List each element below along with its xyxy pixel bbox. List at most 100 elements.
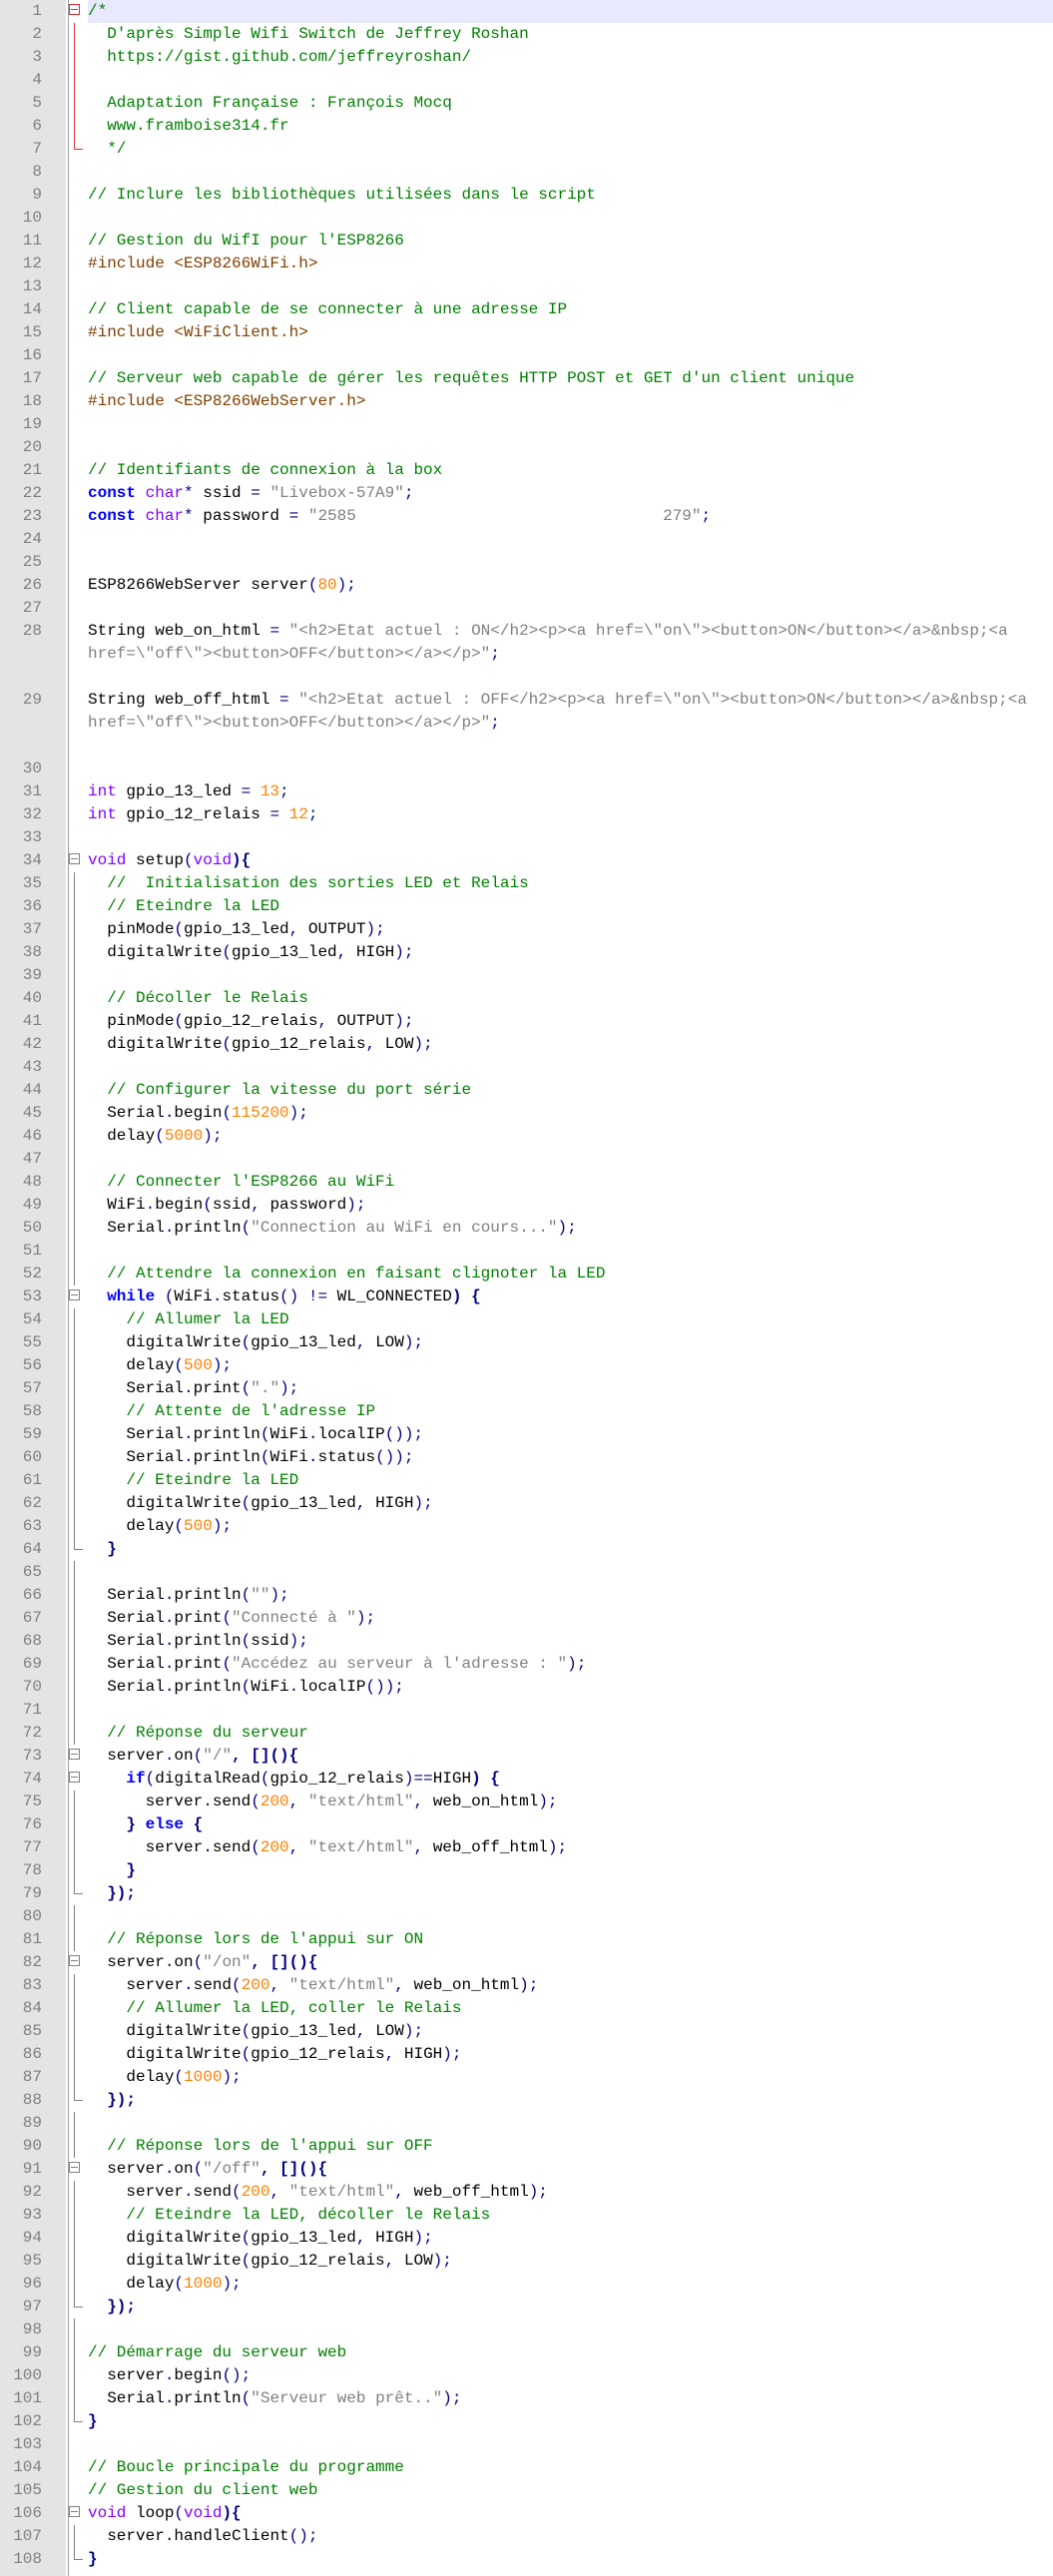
fold-toggle-icon[interactable] — [69, 4, 80, 15]
code-line[interactable]: 93 // Eteindre la LED, décoller le Relai… — [0, 2204, 1053, 2227]
code-line[interactable]: 74 if(digitalRead(gpio_12_relais)==HIGH)… — [0, 1768, 1053, 1791]
code-line[interactable]: 106 void loop(void){ — [0, 2502, 1053, 2525]
code-line[interactable]: 71 — [0, 1699, 1053, 1722]
code-line[interactable]: 58 // Attente de l'adresse IP — [0, 1400, 1053, 1423]
code-line[interactable]: 88 }); — [0, 2089, 1053, 2112]
code-line[interactable]: 2 D'après Simple Wifi Switch de Jeffrey … — [0, 23, 1053, 46]
code-line[interactable]: 33 — [0, 826, 1053, 849]
code-line[interactable]: 86 digitalWrite(gpio_12_relais, HIGH); — [0, 2043, 1053, 2066]
code-line[interactable]: 100 server.begin(); — [0, 2364, 1053, 2387]
code-line[interactable]: 23 const char* password = "2585 279"; — [0, 505, 1053, 528]
code-line[interactable]: 15 #include <WiFiClient.h> — [0, 321, 1053, 344]
code-line[interactable]: 87 delay(1000); — [0, 2066, 1053, 2089]
code-line[interactable]: 39 — [0, 964, 1053, 987]
code-line[interactable]: 77 server.send(200, "text/html", web_off… — [0, 1836, 1053, 1859]
code-line[interactable]: 59 Serial.println(WiFi.localIP()); — [0, 1423, 1053, 1446]
code-line[interactable]: 69 Serial.print("Accédez au serveur à l'… — [0, 1653, 1053, 1676]
code-line[interactable]: 65 — [0, 1561, 1053, 1584]
code-line[interactable]: 11 // Gestion du WifI pour l'ESP8266 — [0, 230, 1053, 253]
code-line[interactable]: 103 — [0, 2433, 1053, 2456]
code-line[interactable]: 3 https://gist.github.com/jeffreyroshan/ — [0, 46, 1053, 69]
code-line[interactable]: 19 — [0, 413, 1053, 436]
code-line[interactable]: 49 WiFi.begin(ssid, password); — [0, 1194, 1053, 1217]
code-line[interactable]: 64 } — [0, 1538, 1053, 1561]
code-line[interactable]: 45 Serial.begin(115200); — [0, 1102, 1053, 1125]
code-line[interactable]: 28 String web_on_html = "<h2>Etat actuel … — [0, 620, 1053, 689]
code-line[interactable]: 36 // Eteindre la LED — [0, 895, 1053, 918]
code-line[interactable]: 52 // Attendre la connexion en faisant c… — [0, 1263, 1053, 1286]
code-line[interactable]: 81 // Réponse lors de l'appui sur ON — [0, 1928, 1053, 1951]
code-line[interactable]: 16 — [0, 344, 1053, 367]
fold-toggle-icon[interactable] — [69, 1772, 80, 1783]
code-line[interactable]: 73 server.on("/", [](){ — [0, 1745, 1053, 1768]
code-line[interactable]: 31 int gpio_13_led = 13; — [0, 780, 1053, 803]
code-line[interactable]: 84 // Allumer la LED, coller le Relais — [0, 1997, 1053, 2020]
code-line[interactable]: 32 int gpio_12_relais = 12; — [0, 803, 1053, 826]
code-line[interactable]: 42 digitalWrite(gpio_12_relais, LOW); — [0, 1033, 1053, 1056]
code-line[interactable]: 20 — [0, 436, 1053, 459]
code-line[interactable]: 1 /* — [0, 0, 1053, 23]
code-editor[interactable]: 1 /* 2 D'après Simple Wifi Switch de Jeffr… — [0, 0, 1053, 2571]
code-line[interactable]: 24 — [0, 528, 1053, 551]
code-line[interactable]: 56 delay(500); — [0, 1354, 1053, 1377]
fold-toggle-icon[interactable] — [69, 2162, 80, 2173]
fold-toggle-icon[interactable] — [69, 1955, 80, 1966]
code-line[interactable]: 54 // Allumer la LED — [0, 1308, 1053, 1331]
code-line[interactable]: 18 #include <ESP8266WebServer.h> — [0, 390, 1053, 413]
code-line[interactable]: 44 // Configurer la vitesse du port séri… — [0, 1079, 1053, 1102]
code-line[interactable]: 92 server.send(200, "text/html", web_off… — [0, 2181, 1053, 2204]
fold-toggle-icon[interactable] — [69, 1749, 80, 1760]
code-line[interactable]: 26 ESP8266WebServer server(80); — [0, 574, 1053, 597]
code-line[interactable]: 50 Serial.println("Connection au WiFi en… — [0, 1217, 1053, 1240]
code-line[interactable]: 22 const char* ssid = "Livebox-57A9"; — [0, 482, 1053, 505]
code-line[interactable]: 40 // Décoller le Relais — [0, 987, 1053, 1010]
code-line[interactable]: 6 www.framboise314.fr — [0, 115, 1053, 138]
code-line[interactable]: 47 — [0, 1148, 1053, 1171]
code-line[interactable]: 5 Adaptation Française : François Mocq — [0, 92, 1053, 115]
code-line[interactable]: 91 server.on("/off", [](){ — [0, 2158, 1053, 2181]
code-line[interactable]: 35 // Initialisation des sorties LED et … — [0, 872, 1053, 895]
code-line[interactable]: 70 Serial.println(WiFi.localIP()); — [0, 1676, 1053, 1699]
code-line[interactable]: 37 pinMode(gpio_13_led, OUTPUT); — [0, 918, 1053, 941]
code-line[interactable]: 21 // Identifiants de connexion à la box — [0, 459, 1053, 482]
code-line[interactable]: 80 — [0, 1905, 1053, 1928]
code-line[interactable]: 97 }); — [0, 2296, 1053, 2318]
code-line[interactable]: 76 } else { — [0, 1813, 1053, 1836]
code-line[interactable]: 46 delay(5000); — [0, 1125, 1053, 1148]
code-line[interactable]: 68 Serial.println(ssid); — [0, 1630, 1053, 1653]
code-line[interactable]: 9 // Inclure les bibliothèques utilisées … — [0, 184, 1053, 207]
code-line[interactable]: 61 // Eteindre la LED — [0, 1469, 1053, 1492]
code-line[interactable]: 25 — [0, 551, 1053, 574]
code-line[interactable]: 43 — [0, 1056, 1053, 1079]
code-line[interactable]: 78 } — [0, 1859, 1053, 1882]
code-line[interactable]: 53 while (WiFi.status() != WL_CONNECTED)… — [0, 1286, 1053, 1308]
code-line[interactable]: 99 // Démarrage du serveur web — [0, 2341, 1053, 2364]
code-line[interactable]: 60 Serial.println(WiFi.status()); — [0, 1446, 1053, 1469]
code-line[interactable]: 102} — [0, 2410, 1053, 2433]
code-line[interactable]: 82 server.on("/on", [](){ — [0, 1951, 1053, 1974]
code-line[interactable]: 14 // Client capable de se connecter à un… — [0, 298, 1053, 321]
code-line[interactable]: 27 — [0, 597, 1053, 620]
code-line[interactable]: 4 — [0, 69, 1053, 92]
code-line[interactable]: 62 digitalWrite(gpio_13_led, HIGH); — [0, 1492, 1053, 1515]
code-line[interactable]: 12 #include <ESP8266WiFi.h> — [0, 253, 1053, 275]
code-line[interactable]: 79 }); — [0, 1882, 1053, 1905]
code-line[interactable]: 57 Serial.print("."); — [0, 1377, 1053, 1400]
code-line[interactable]: 83 server.send(200, "text/html", web_on_… — [0, 1974, 1053, 1997]
code-line[interactable]: 89 — [0, 2112, 1053, 2135]
fold-toggle-icon[interactable] — [69, 853, 80, 864]
code-line[interactable]: 98 — [0, 2318, 1053, 2341]
code-line[interactable]: 67 Serial.print("Connecté à "); — [0, 1607, 1053, 1630]
code-line[interactable]: 29 String web_off_html = "<h2>Etat actuel… — [0, 689, 1053, 758]
code-line[interactable]: 55 digitalWrite(gpio_13_led, LOW); — [0, 1331, 1053, 1354]
code-line[interactable]: 34 void setup(void){ — [0, 849, 1053, 872]
code-line[interactable]: 38 digitalWrite(gpio_13_led, HIGH); — [0, 941, 1053, 964]
code-line[interactable]: 75 server.send(200, "text/html", web_on_… — [0, 1791, 1053, 1813]
code-line[interactable]: 10 — [0, 207, 1053, 230]
code-line[interactable]: 96 delay(1000); — [0, 2273, 1053, 2296]
code-line[interactable]: 94 digitalWrite(gpio_13_led, HIGH); — [0, 2227, 1053, 2250]
code-line[interactable]: 108} — [0, 2548, 1053, 2571]
code-line[interactable]: 63 delay(500); — [0, 1515, 1053, 1538]
code-line[interactable]: 17 // Serveur web capable de gérer les re… — [0, 367, 1053, 390]
code-line[interactable]: 107 server.handleClient(); — [0, 2525, 1053, 2548]
